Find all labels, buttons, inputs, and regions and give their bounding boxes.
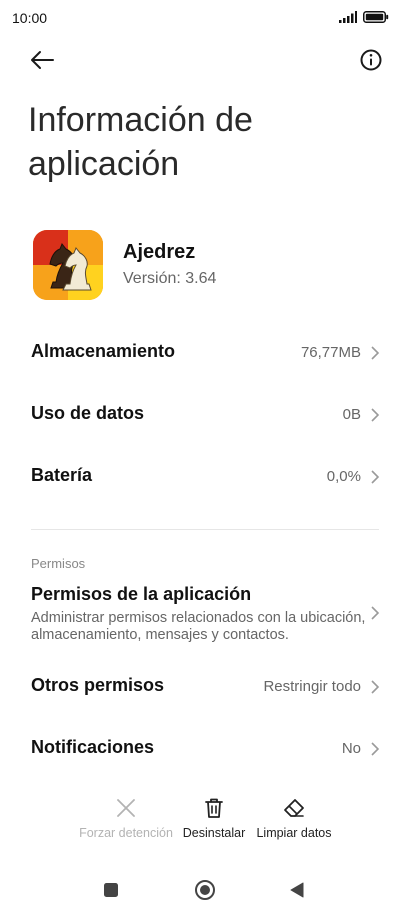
chevron-right-icon [371, 742, 380, 756]
clear-data-label: Limpiar datos [256, 826, 332, 840]
info-icon [360, 49, 382, 71]
uninstall-button[interactable]: Desinstalar [180, 796, 248, 840]
app-permissions-title: Permisos de la aplicación [31, 584, 252, 604]
status-bar: 10:00 [0, 0, 411, 38]
page-title: Información de aplicación [28, 98, 388, 186]
force-stop-label: Forzar detención [79, 826, 173, 840]
notifications-label: Notificaciones [31, 737, 155, 757]
chess-app-icon [33, 230, 103, 300]
storage-label: Almacenamiento [31, 341, 176, 361]
back-nav-button[interactable] [283, 876, 311, 904]
data-usage-value: 0B [342, 406, 361, 423]
battery-value: 0,0% [326, 468, 361, 485]
triangle-back-icon [290, 882, 304, 898]
force-stop-button[interactable]: Forzar detención [78, 796, 174, 840]
app-version: Versión: 3.64 [123, 270, 217, 287]
data-usage-label: Uso de datos [31, 403, 145, 423]
notifications-value: No [341, 740, 361, 757]
home-button[interactable] [191, 876, 219, 904]
trash-icon [205, 798, 223, 818]
app-name: Ajedrez [123, 241, 196, 263]
arrow-left-icon [31, 51, 54, 69]
storage-value: 76,77MB [300, 344, 361, 361]
recents-button[interactable] [97, 876, 125, 904]
eraser-icon [284, 799, 304, 817]
clear-data-button[interactable]: Limpiar datos [254, 796, 334, 840]
data-usage-row[interactable]: Uso de datos 0B [0, 388, 411, 440]
other-permissions-value: Restringir todo [263, 678, 361, 695]
app-permissions-description: Administrar permisos relacionados con la… [31, 610, 366, 643]
app-info-button[interactable] [353, 42, 389, 78]
chevron-right-icon [371, 606, 380, 620]
system-nav-bar [0, 866, 411, 914]
chevron-right-icon [371, 408, 380, 422]
close-icon [117, 799, 135, 817]
permissions-section-header: Permisos [31, 556, 86, 571]
section-divider [31, 529, 379, 530]
chevron-right-icon [371, 680, 380, 694]
battery-label: Batería [31, 465, 93, 485]
page-title-line1: Información de [28, 101, 253, 139]
page-title-line2: aplicación [28, 145, 180, 183]
notifications-row[interactable]: Notificaciones No [0, 722, 411, 774]
app-permissions-row[interactable]: Permisos de la aplicación Administrar pe… [0, 580, 411, 650]
signal-icon [339, 11, 357, 23]
other-permissions-label: Otros permisos [31, 675, 165, 695]
battery-icon [363, 11, 389, 23]
other-permissions-row[interactable]: Otros permisos Restringir todo [0, 660, 411, 712]
bottom-actions: Forzar detención Desinstalar Limpiar dat… [0, 796, 411, 848]
uninstall-label: Desinstalar [182, 826, 246, 840]
circle-home-icon [195, 880, 215, 900]
chevron-right-icon [371, 346, 380, 360]
square-icon [104, 883, 118, 897]
chevron-right-icon [371, 470, 380, 484]
battery-row[interactable]: Batería 0,0% [0, 450, 411, 502]
status-icons [339, 11, 389, 23]
storage-row[interactable]: Almacenamiento 76,77MB [0, 326, 411, 378]
back-button[interactable] [24, 42, 60, 78]
status-time: 10:00 [12, 10, 48, 26]
